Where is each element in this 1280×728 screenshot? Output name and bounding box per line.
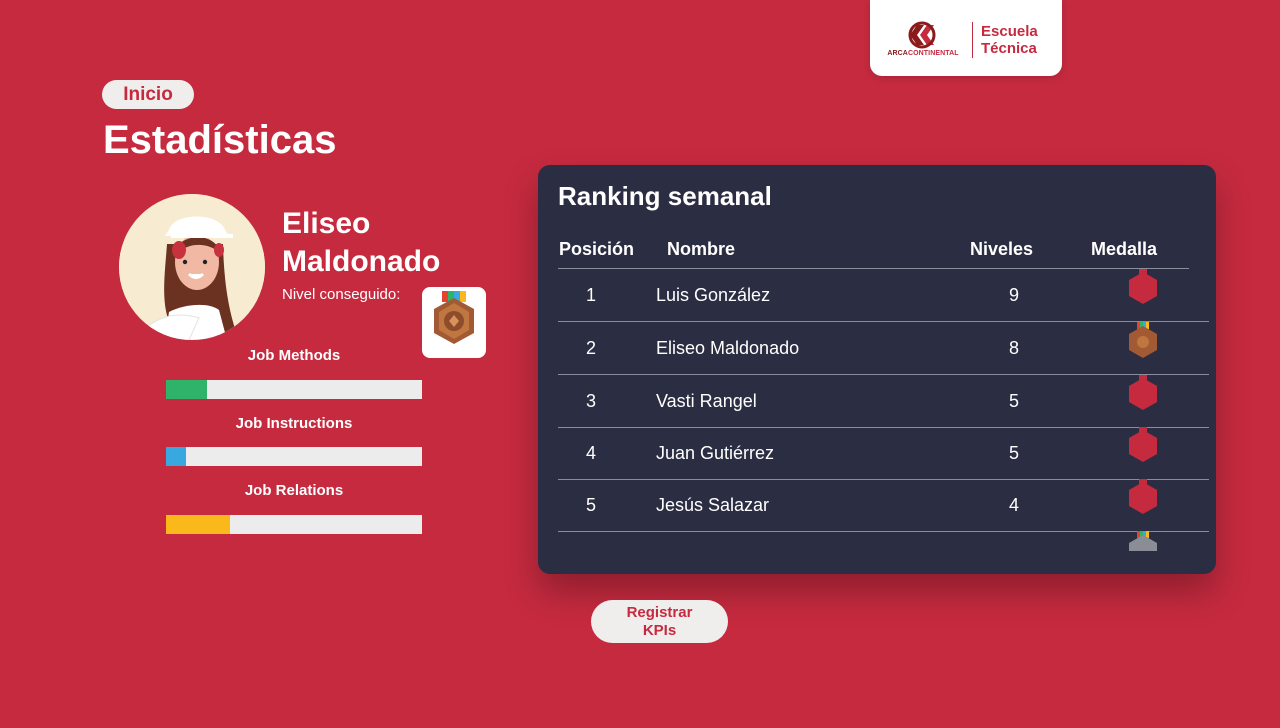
skill-bar-job-instructions: [166, 447, 422, 466]
avatar: [119, 194, 265, 340]
row-position: 3: [585, 391, 596, 411]
row-position: 1: [585, 285, 596, 305]
row-position: 5: [585, 495, 596, 515]
table-row[interactable]: 4 Juan Gutiérrez 5: [558, 427, 1209, 480]
ranking-title: Ranking semanal: [558, 181, 772, 211]
bronze-medal-icon: [434, 291, 474, 344]
row-name: Vasti Rangel: [656, 391, 757, 411]
skill-fill-job-relations: [166, 515, 230, 534]
row-levels: 5: [1008, 443, 1019, 463]
register-kpis-line2: KPIs: [642, 621, 677, 639]
worker-avatar-icon: [119, 194, 265, 340]
partial-medal-icon: [1129, 531, 1157, 551]
user-first-name: Eliseo: [282, 207, 371, 240]
row-levels: 8: [1008, 338, 1019, 358]
user-last-name: Maldonado: [282, 245, 441, 278]
red-medal-icon: [1129, 427, 1157, 462]
register-kpis-button[interactable]: Registrar KPIs: [591, 600, 728, 643]
logo-divider: [972, 22, 973, 58]
row-levels: 5: [1008, 391, 1019, 411]
school-name-line2: Técnica: [981, 40, 1037, 57]
school-name: Escuela Técnica: [981, 23, 1061, 57]
brand-wordmark: ARCACONTINENTAL: [887, 50, 959, 57]
row-name: Luis González: [656, 285, 771, 305]
arca-continental-logo-icon: [908, 21, 936, 49]
table-row[interactable]: 2 Eliseo Maldonado 8: [558, 322, 1209, 375]
row-levels: 4: [1008, 495, 1019, 515]
column-header-position: Posición: [559, 239, 635, 259]
column-header-medal: Medalla: [1091, 239, 1158, 259]
skill-label-job-instructions: Job Instructions: [235, 415, 353, 432]
register-kpis-line1: Registrar: [626, 603, 693, 621]
row-position: 2: [585, 338, 596, 358]
red-medal-icon: [1129, 269, 1157, 304]
school-name-line1: Escuela: [981, 23, 1038, 40]
column-header-name: Nombre: [667, 239, 736, 259]
row-name: Juan Gutiérrez: [656, 443, 775, 463]
skill-fill-job-instructions: [166, 447, 187, 466]
row-name: Jesús Salazar: [656, 495, 770, 515]
page-title: Estadísticas: [103, 118, 337, 162]
table-row[interactable]: 5 Jesús Salazar 4: [558, 479, 1209, 532]
row-position: 4: [585, 443, 596, 463]
skill-bar-job-methods: [166, 380, 422, 399]
table-row[interactable]: 1 Luis González 9: [558, 269, 1209, 322]
column-header-levels: Niveles: [970, 239, 1034, 259]
table-row[interactable]: 3 Vasti Rangel 5: [558, 375, 1209, 428]
red-medal-icon: [1129, 375, 1157, 410]
red-medal-icon: [1129, 479, 1157, 514]
skill-label-job-relations: Job Relations: [244, 482, 344, 499]
skill-bar-job-relations: [166, 515, 422, 534]
level-label: Nivel conseguido:: [282, 286, 401, 303]
row-levels: 9: [1008, 285, 1019, 305]
row-name: Eliseo Maldonado: [656, 338, 800, 358]
user-name: Eliseo Maldonado: [282, 205, 482, 281]
home-button[interactable]: Inicio: [102, 80, 194, 109]
ranking-card: Ranking semanal Posición Nombre Niveles …: [538, 165, 1216, 574]
bronze-medal-icon: [1129, 322, 1157, 358]
skill-label-job-methods: Job Methods: [247, 347, 341, 364]
level-badge: [422, 287, 486, 358]
skill-fill-job-methods: [166, 380, 207, 399]
